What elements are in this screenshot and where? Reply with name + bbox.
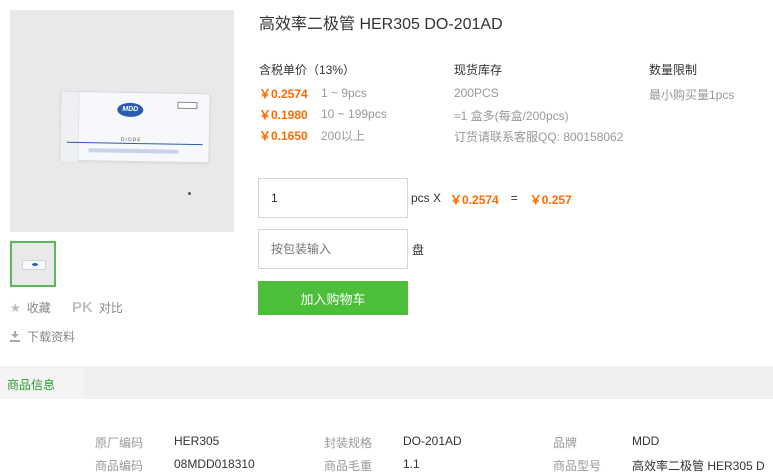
- package-unit: 盘: [412, 243, 425, 257]
- limit-header: 数量限制: [649, 63, 698, 77]
- spec-value: 高效率二极管 HER305 D: [632, 459, 765, 472]
- tab-product-info[interactable]: 商品信息: [0, 366, 84, 399]
- download-icon: [10, 331, 20, 342]
- equals-sign: =: [510, 191, 518, 205]
- spec-label: 原厂编码: [95, 436, 144, 450]
- compare-button[interactable]: PK 对比: [72, 299, 123, 316]
- spec-label: 商品型号: [553, 459, 602, 472]
- add-to-cart-button[interactable]: 加入购物车: [258, 281, 408, 315]
- package-badge: [177, 101, 198, 110]
- stock-quantity: 200PCS: [454, 86, 499, 100]
- tier-price: ￥0.2574: [259, 86, 308, 101]
- spec-label: 商品编码: [95, 459, 144, 472]
- tier-quantity: 200以上: [321, 128, 366, 143]
- mdd-logo: MDD: [117, 102, 144, 118]
- product-package-image: MDD DIODE: [59, 90, 211, 164]
- quantity-input[interactable]: [258, 178, 408, 218]
- spec-label: 品牌: [553, 436, 578, 450]
- star-icon: ★: [10, 300, 21, 315]
- spec-value: HER305: [174, 434, 220, 448]
- unit-price: ￥0.2574: [450, 193, 499, 207]
- purchase-limit: 最小购买量1pcs: [649, 88, 735, 102]
- spec-value: MDD: [632, 434, 660, 448]
- tier-quantity: 10 ~ 199pcs: [321, 107, 387, 121]
- download-datasheet-button[interactable]: 下载资料: [10, 328, 75, 345]
- favorite-label: 收藏: [26, 301, 51, 315]
- stock-header: 现货库存: [454, 63, 503, 77]
- thumbnail-logo: [32, 263, 38, 266]
- package-subtext: [88, 148, 179, 154]
- package-seal: [60, 91, 80, 163]
- thumbnail-package: [22, 260, 46, 270]
- detail-tab-bar: 商品信息: [0, 366, 773, 399]
- total-price: ￥0.257: [529, 193, 572, 207]
- package-quantity-input[interactable]: [258, 229, 408, 269]
- spec-value: 08MDD018310: [174, 457, 255, 471]
- price-tier: ￥0.1650 200以上: [259, 125, 365, 145]
- favorite-button[interactable]: ★ 收藏: [10, 299, 51, 316]
- price-tier: ￥0.1980 10 ~ 199pcs: [259, 104, 387, 124]
- tier-price: ￥0.1980: [259, 107, 308, 122]
- image-speck: [188, 192, 191, 195]
- tier-price: ￥0.1650: [259, 128, 308, 143]
- spec-value: DO-201AD: [403, 434, 462, 448]
- tier-quantity: 1 ~ 9pcs: [321, 86, 367, 100]
- unit-label: pcs X: [411, 191, 442, 205]
- price-calculation: pcs X ￥0.2574 = ￥0.257: [411, 191, 572, 208]
- product-main-image: MDD DIODE: [10, 10, 234, 232]
- package-stripe: [66, 141, 203, 146]
- spec-value: 1.1: [403, 457, 420, 471]
- price-tier: ￥0.2574 1 ~ 9pcs: [259, 83, 367, 103]
- spec-label: 封装规格: [324, 436, 373, 450]
- price-header: 含税单价（13%）: [259, 63, 356, 77]
- stock-contact: 订货请联系客服QQ: 800158062: [454, 130, 624, 144]
- spec-label: 商品毛重: [324, 459, 373, 472]
- stock-boxes: ≈1 盒多(每盒/200pcs): [454, 109, 569, 123]
- pk-icon: PK: [72, 299, 93, 316]
- compare-label: 对比: [98, 301, 123, 315]
- product-title: 高效率二极管 HER305 DO-201AD: [259, 16, 503, 33]
- download-label: 下载资料: [27, 330, 76, 344]
- product-thumbnail[interactable]: [10, 241, 56, 287]
